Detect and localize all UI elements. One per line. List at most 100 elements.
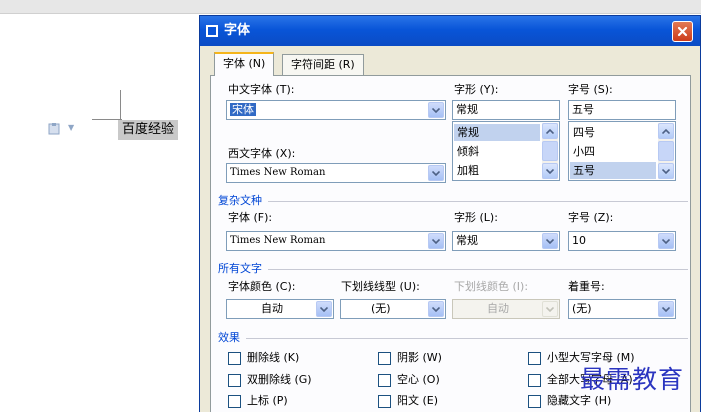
outline-checkbox[interactable]: 空心 (O) [378, 373, 440, 387]
checkbox-label: 双删除线 (G) [247, 373, 312, 386]
checkbox-box[interactable] [378, 373, 391, 387]
checkbox-box[interactable] [378, 351, 391, 365]
western-font-label: 西文字体 (X): [228, 147, 296, 160]
checkbox-box[interactable] [228, 351, 241, 365]
emphasis-mark-value: (无) [572, 302, 592, 315]
chinese-font-select[interactable]: 宋体 [226, 100, 446, 120]
list-item[interactable]: 五号 [570, 162, 656, 179]
checkbox-label: 空心 (O) [397, 373, 440, 386]
tab-character-spacing[interactable]: 字符间距 (R) [282, 54, 364, 75]
chevron-down-icon [320, 306, 328, 312]
chevron-down-icon [662, 238, 670, 244]
close-button[interactable] [672, 21, 693, 42]
shadow-checkbox[interactable]: 阴影 (W) [378, 351, 442, 365]
western-font-dropdown-button[interactable] [428, 165, 444, 181]
chevron-down-icon [546, 168, 554, 174]
complex-style-dropdown-button[interactable] [542, 233, 558, 249]
chevron-down-icon [432, 170, 440, 176]
emphasis-mark-label: 着重号: [568, 280, 605, 293]
list-item[interactable]: 加粗 [454, 162, 540, 179]
list-item[interactable]: 小四 [570, 143, 656, 160]
chevron-up-icon [662, 128, 670, 134]
dialog-title: 字体 [224, 23, 251, 38]
font-size-scrollbar[interactable] [658, 123, 674, 179]
checkbox-label: 删除线 (K) [247, 351, 300, 364]
dialog-title-bar[interactable]: 字体 [200, 16, 700, 46]
document-toolbar-strip [0, 0, 701, 14]
checkbox-label: 阳文 (E) [397, 394, 439, 407]
margin-marker-vertical [120, 90, 121, 120]
superscript-checkbox[interactable]: 上标 (P) [228, 394, 288, 408]
strikethrough-checkbox[interactable]: 删除线 (K) [228, 351, 299, 365]
complex-size-select[interactable]: 10 [568, 231, 676, 251]
chevron-down-icon [662, 168, 670, 174]
underline-color-select: 自动 [452, 299, 560, 319]
font-style-list[interactable]: 常规 倾斜 加粗 [452, 121, 560, 181]
chinese-font-dropdown-button[interactable] [428, 102, 444, 118]
chevron-down-icon [662, 306, 670, 312]
paste-options-icon[interactable] [48, 122, 61, 135]
scroll-thumb[interactable] [542, 141, 558, 161]
font-style-label: 字形 (Y): [454, 83, 499, 96]
section-divider [246, 338, 688, 339]
font-size-input-value: 五号 [572, 103, 594, 116]
list-item[interactable]: 倾斜 [454, 143, 540, 160]
emphasis-mark-dropdown-button[interactable] [658, 301, 674, 317]
chevron-down-icon [432, 306, 440, 312]
chevron-down-icon [432, 107, 440, 113]
underline-style-label: 下划线线型 (U): [341, 280, 420, 293]
checkbox-label: 小型大写字母 (M) [547, 351, 635, 364]
underline-color-label: 下划线颜色 (I): [454, 280, 529, 293]
font-size-list[interactable]: 四号 小四 五号 [568, 121, 676, 181]
small-caps-checkbox[interactable]: 小型大写字母 (M) [528, 351, 635, 365]
double-strikethrough-checkbox[interactable]: 双删除线 (G) [228, 373, 312, 387]
emphasis-mark-select[interactable]: (无) [568, 299, 676, 319]
checkbox-box[interactable] [378, 394, 391, 408]
checkbox-box[interactable] [228, 373, 241, 387]
close-icon [677, 26, 688, 37]
list-item[interactable]: 四号 [570, 124, 656, 141]
tab-font[interactable]: 字体 (N) [214, 52, 275, 76]
underline-style-select[interactable]: (无) [340, 299, 446, 319]
scroll-up-button[interactable] [658, 123, 674, 139]
western-font-select[interactable]: Times New Roman [226, 163, 446, 183]
font-color-dropdown-button[interactable] [316, 301, 332, 317]
font-style-input[interactable]: 常规 [452, 100, 560, 120]
checkbox-box[interactable] [528, 394, 541, 408]
section-divider [268, 201, 688, 202]
scroll-down-button[interactable] [542, 163, 558, 179]
font-size-label: 字号 (S): [568, 83, 613, 96]
underline-style-value: (无) [371, 302, 391, 315]
complex-font-dropdown-button[interactable] [428, 233, 444, 249]
complex-font-select[interactable]: Times New Roman [226, 231, 446, 251]
complex-font-label: 字体 (F): [228, 211, 273, 224]
hidden-text-checkbox[interactable]: 隐藏文字 (H) [528, 394, 611, 408]
scroll-thumb[interactable] [658, 141, 674, 161]
font-dialog: 字体 字体 (N) 字符间距 (R) 中文字体 (T): 字形 (Y): 字号 … [199, 15, 701, 412]
paste-options-dropdown-icon[interactable]: ▼ [68, 123, 74, 132]
font-color-select[interactable]: 自动 [226, 299, 334, 319]
checkbox-box[interactable] [528, 351, 541, 365]
checkbox-box[interactable] [228, 394, 241, 408]
complex-style-value: 常规 [456, 234, 478, 247]
list-item[interactable]: 常规 [454, 124, 540, 141]
checkbox-box[interactable] [528, 373, 541, 387]
chevron-down-icon [432, 238, 440, 244]
chevron-up-icon [546, 128, 554, 134]
complex-script-section-title: 复杂文种 [218, 194, 262, 207]
chinese-font-label: 中文字体 (T): [228, 83, 295, 96]
font-style-scrollbar[interactable] [542, 123, 558, 179]
underline-style-dropdown-button[interactable] [428, 301, 444, 317]
emboss-checkbox[interactable]: 阳文 (E) [378, 394, 438, 408]
font-size-input[interactable]: 五号 [568, 100, 676, 120]
section-divider [268, 269, 688, 270]
complex-style-select[interactable]: 常规 [452, 231, 560, 251]
scroll-up-button[interactable] [542, 123, 558, 139]
checkbox-label: 隐藏文字 (H) [547, 394, 612, 407]
font-style-input-value: 常规 [456, 103, 478, 116]
scroll-down-button[interactable] [658, 163, 674, 179]
chinese-font-value: 宋体 [230, 103, 256, 116]
selected-document-text[interactable]: 百度经验 [118, 120, 179, 140]
complex-size-dropdown-button[interactable] [658, 233, 674, 249]
complex-font-value: Times New Roman [230, 235, 326, 246]
